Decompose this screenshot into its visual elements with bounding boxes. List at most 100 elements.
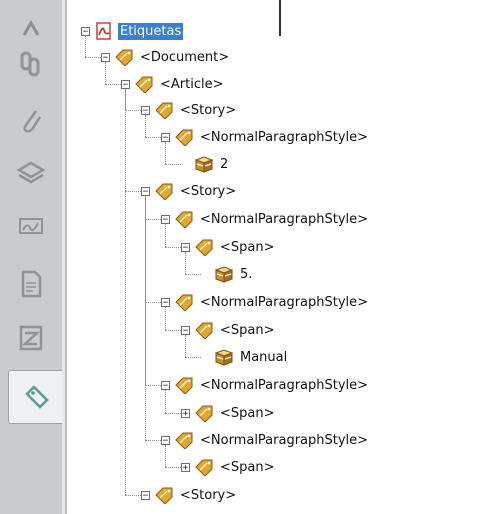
tree-node-label: <Story>	[180, 102, 237, 118]
tags-tree-panel: − Etiquetas − <Document> − <Article> − <Story…	[66, 0, 498, 514]
tree-node-label: 5.	[240, 266, 253, 282]
tree-node-2[interactable]: 2	[181, 153, 230, 175]
collapse-toggle[interactable]: −	[101, 52, 110, 62]
tree-root-etiquetas[interactable]: − Etiquetas	[81, 20, 184, 42]
tag-icon	[195, 459, 213, 476]
tree-node-label: <Span>	[220, 239, 275, 255]
tag-icon	[155, 183, 173, 200]
tag-icon	[155, 487, 173, 504]
tree-node-label: <Span>	[220, 459, 275, 475]
tree-connector-horizontal	[165, 164, 181, 165]
tree-node-normalparagraphstyle[interactable]: − <NormalParagraphStyle>	[161, 208, 370, 230]
tree-connector-horizontal	[145, 385, 161, 386]
tree-node-span[interactable]: − <Span>	[181, 319, 277, 341]
tag-icon	[155, 102, 173, 119]
tree-connector-vertical	[85, 36, 86, 57]
tree-node-5[interactable]: 5.	[201, 263, 254, 285]
layers-icon	[16, 161, 46, 184]
tree-node-label: <NormalParagraphStyle>	[200, 294, 369, 310]
tree-node-label: <Article>	[160, 76, 224, 92]
tree-node-label: <Story>	[180, 487, 237, 503]
tree-node-label: Manual	[240, 349, 288, 365]
rail-button-content[interactable]	[9, 316, 53, 360]
tag-icon	[195, 239, 213, 256]
collapse-toggle[interactable]: −	[161, 297, 170, 307]
tree-connector-horizontal	[185, 357, 201, 358]
tree-node-story[interactable]: − <Story>	[141, 99, 238, 121]
content-box-icon	[214, 349, 234, 366]
tag-icon	[195, 405, 213, 422]
tree-connector-vertical	[125, 89, 126, 495]
rail-button-tags[interactable]	[8, 370, 65, 424]
signature-icon	[19, 218, 43, 234]
tag-icon	[175, 377, 193, 394]
tree-connector-horizontal	[145, 440, 161, 441]
collapse-toggle[interactable]: −	[161, 380, 170, 390]
tag-icon	[115, 49, 133, 66]
tree-node-article[interactable]: − <Article>	[121, 73, 226, 95]
tree-connector-horizontal	[125, 191, 141, 192]
tree-connector-horizontal	[185, 274, 201, 275]
attachment-icon	[23, 110, 42, 133]
rail-button-pages[interactable]	[9, 262, 53, 306]
expand-toggle[interactable]: +	[181, 462, 190, 472]
collapse-toggle[interactable]: −	[181, 325, 190, 335]
collapse-toggle[interactable]: −	[161, 214, 170, 224]
collapse-toggle[interactable]: −	[161, 435, 170, 445]
collapse-toggle[interactable]: −	[141, 186, 150, 196]
tree-connector-vertical	[145, 196, 146, 440]
tree-connector-horizontal	[125, 495, 141, 496]
tree-connector-horizontal	[125, 110, 141, 111]
rail-button-links[interactable]	[9, 42, 53, 86]
content-icon	[19, 325, 43, 351]
tree-node-normalparagraphstyle[interactable]: − <NormalParagraphStyle>	[161, 291, 370, 313]
tree-connector-horizontal	[165, 247, 181, 248]
panel-splitter[interactable]	[279, 0, 281, 36]
tree-connector-horizontal	[85, 57, 101, 58]
tree-node-span[interactable]: + <Span>	[181, 402, 277, 424]
collapse-toggle[interactable]: −	[121, 79, 130, 89]
tag-icon	[135, 76, 153, 93]
tag-icon	[175, 211, 193, 228]
tree-node-normalparagraphstyle[interactable]: − <NormalParagraphStyle>	[161, 429, 370, 451]
collapse-toggle[interactable]: −	[81, 26, 90, 36]
tree-node-span[interactable]: − <Span>	[181, 236, 277, 258]
arrow-up-icon	[22, 20, 40, 36]
tag-icon	[195, 322, 213, 339]
content-box-icon	[194, 156, 214, 173]
collapse-toggle[interactable]: −	[181, 242, 190, 252]
tree-connector-horizontal	[105, 84, 121, 85]
tree-connector-horizontal	[165, 330, 181, 331]
tree-node-label: <Span>	[220, 322, 275, 338]
tree-connector-horizontal	[165, 413, 181, 414]
tree-node-document[interactable]: − <Document>	[101, 46, 231, 68]
tree-node-label: <Story>	[180, 183, 237, 199]
tree-node-normalparagraphstyle[interactable]: − <NormalParagraphStyle>	[161, 126, 370, 148]
page-icon	[21, 270, 42, 298]
tree-node-label: <NormalParagraphStyle>	[200, 211, 369, 227]
tree-node-span[interactable]: + <Span>	[181, 456, 277, 478]
tree-root-label: Etiquetas	[118, 22, 184, 40]
link-icon	[20, 51, 40, 77]
rail-button-attachments[interactable]	[9, 98, 53, 142]
tree-node-label: <Span>	[220, 405, 275, 421]
tree-connector-horizontal	[145, 302, 161, 303]
content-box-icon	[214, 266, 234, 283]
tree-node-story[interactable]: − <Story>	[141, 180, 238, 202]
tree-node-label: <NormalParagraphStyle>	[200, 377, 369, 393]
tree-node-manual[interactable]: Manual	[201, 346, 289, 368]
rail-button-signatures[interactable]	[9, 204, 53, 248]
tree-node-label: <Document>	[140, 49, 230, 65]
collapse-toggle[interactable]: −	[141, 105, 150, 115]
tree-node-label: <NormalParagraphStyle>	[200, 129, 369, 145]
tag-icon	[25, 385, 49, 409]
rail-button-layers[interactable]	[9, 150, 53, 194]
tree-connector-horizontal	[165, 467, 181, 468]
collapse-toggle[interactable]: −	[161, 132, 170, 142]
expand-toggle[interactable]: +	[181, 408, 190, 418]
tree-node-normalparagraphstyle[interactable]: − <NormalParagraphStyle>	[161, 374, 370, 396]
tree-connector-horizontal	[145, 219, 161, 220]
pdf-icon	[96, 22, 111, 40]
tree-node-story[interactable]: − <Story>	[141, 484, 238, 506]
collapse-toggle[interactable]: −	[141, 490, 150, 500]
